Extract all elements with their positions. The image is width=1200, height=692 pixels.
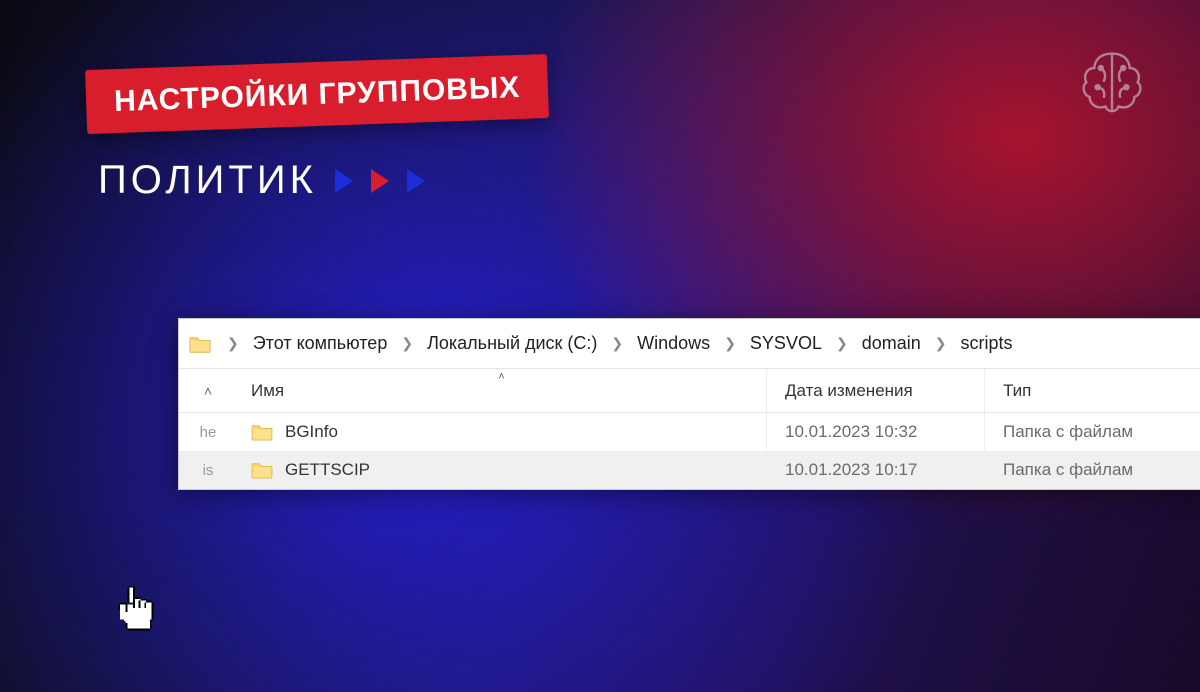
column-header-date-label: Дата изменения bbox=[785, 381, 913, 401]
subtitle-text: ПОЛИТИК bbox=[98, 158, 317, 203]
column-header-date[interactable]: Дата изменения bbox=[767, 369, 985, 412]
chevron-right-icon: ❯ bbox=[401, 335, 413, 352]
sort-ascending-icon: ˄ bbox=[498, 371, 504, 383]
chevron-right-icon: ❯ bbox=[935, 335, 947, 352]
file-name: GETTSCIP bbox=[285, 460, 370, 480]
chevron-right-icon: ❯ bbox=[724, 335, 736, 352]
column-header-type-label: Тип bbox=[1003, 381, 1031, 401]
file-explorer-window: ❯ Этот компьютер ❯ Локальный диск (C:) ❯… bbox=[178, 318, 1200, 490]
table-row[interactable]: is GETTSCIP 10.01.2023 10:17 Папка с фай… bbox=[179, 451, 1200, 489]
breadcrumb-item[interactable]: Windows bbox=[633, 331, 714, 356]
breadcrumb-item[interactable]: Локальный диск (C:) bbox=[423, 331, 601, 356]
title-banner: НАСТРОЙКИ ГРУППОВЫХ bbox=[85, 54, 549, 134]
nav-panel-hint: he bbox=[179, 424, 237, 441]
triangle-icon bbox=[371, 169, 389, 193]
breadcrumb-item[interactable]: Этот компьютер bbox=[249, 331, 392, 356]
chevron-right-icon: ❯ bbox=[227, 335, 239, 352]
chevron-right-icon: ❯ bbox=[836, 335, 848, 352]
table-row[interactable]: he BGInfo 10.01.2023 10:32 Папка с файла… bbox=[179, 413, 1200, 451]
chevron-right-icon: ❯ bbox=[611, 335, 623, 352]
column-header-name-label: Имя bbox=[251, 381, 284, 401]
column-headers: ˄ ˄ Имя Дата изменения Тип bbox=[179, 369, 1200, 413]
subtitle-row: ПОЛИТИК bbox=[98, 158, 425, 203]
breadcrumb-item[interactable]: SYSVOL bbox=[746, 331, 826, 356]
folder-icon bbox=[189, 333, 211, 355]
title-banner-text: НАСТРОЙКИ ГРУППОВЫХ bbox=[114, 71, 521, 118]
brain-logo-icon bbox=[1072, 44, 1152, 124]
file-list: he BGInfo 10.01.2023 10:32 Папка с файла… bbox=[179, 413, 1200, 489]
file-date: 10.01.2023 10:17 bbox=[785, 460, 917, 480]
folder-icon bbox=[251, 461, 273, 479]
file-date: 10.01.2023 10:32 bbox=[785, 422, 917, 442]
column-header-type[interactable]: Тип bbox=[985, 369, 1200, 412]
breadcrumb[interactable]: ❯ Этот компьютер ❯ Локальный диск (C:) ❯… bbox=[179, 319, 1200, 369]
breadcrumb-item[interactable]: domain bbox=[858, 331, 925, 356]
folder-icon bbox=[251, 423, 273, 441]
nav-up-icon[interactable]: ˄ bbox=[179, 383, 237, 399]
file-type: Папка с файлам bbox=[1003, 422, 1133, 442]
file-type: Папка с файлам bbox=[1003, 460, 1133, 480]
hand-cursor-icon bbox=[112, 584, 158, 636]
triangle-icon bbox=[335, 169, 353, 193]
column-header-name[interactable]: ˄ Имя bbox=[237, 369, 767, 412]
triangle-icon bbox=[407, 169, 425, 193]
nav-panel-hint: is bbox=[179, 462, 237, 479]
file-name: BGInfo bbox=[285, 422, 338, 442]
breadcrumb-item[interactable]: scripts bbox=[956, 331, 1016, 356]
